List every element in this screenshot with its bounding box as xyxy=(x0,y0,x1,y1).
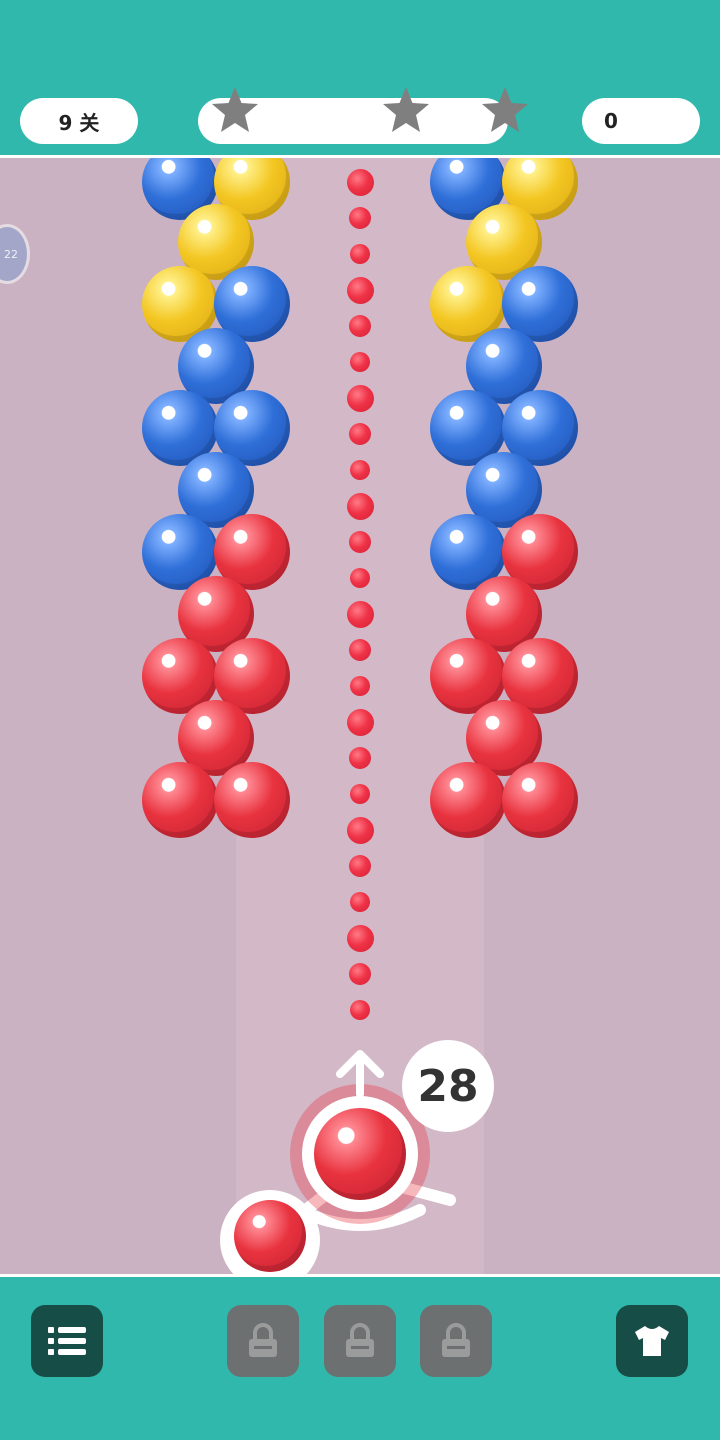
locked-booster-slot-3[interactable] xyxy=(420,1305,492,1377)
lock-icon xyxy=(346,1323,374,1357)
bottom-toolbar xyxy=(0,1274,720,1440)
menu-button[interactable] xyxy=(31,1305,103,1377)
lock-icon xyxy=(442,1323,470,1357)
remaining-shots-counter: 28 xyxy=(402,1040,494,1132)
next-ball xyxy=(234,1200,306,1272)
launcher-frame xyxy=(220,1050,456,1290)
lock-icon xyxy=(249,1323,277,1357)
current-ball xyxy=(314,1108,406,1200)
list-icon xyxy=(48,1327,86,1355)
tshirt-icon xyxy=(635,1326,669,1356)
locked-booster-slot-1[interactable] xyxy=(227,1305,299,1377)
skin-shop-button[interactable] xyxy=(616,1305,688,1377)
remaining-shots-value: 28 xyxy=(417,1060,479,1112)
locked-booster-slot-2[interactable] xyxy=(324,1305,396,1377)
